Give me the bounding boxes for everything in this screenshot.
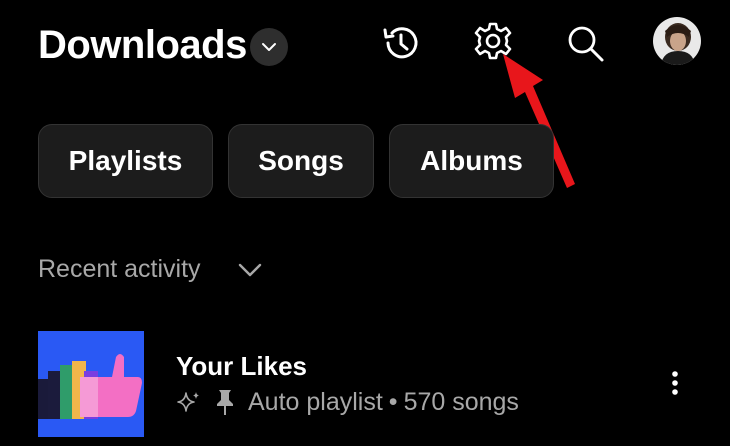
history-button[interactable] (378, 20, 424, 66)
more-vert-icon (672, 371, 678, 395)
history-icon (383, 27, 418, 59)
playlist-title[interactable]: Your Likes (176, 349, 307, 383)
more-options-button[interactable] (660, 366, 690, 400)
playlist-subtitle: Auto playlist • 570 songs (176, 385, 519, 419)
avatar-image (653, 17, 701, 65)
page-title: Downloads (38, 23, 247, 67)
chip-albums[interactable]: Albums (389, 124, 554, 198)
song-count: 570 songs (403, 387, 519, 416)
subtitle-separator: • (388, 387, 398, 416)
chip-songs[interactable]: Songs (228, 124, 374, 198)
section-title[interactable]: Recent activity (38, 252, 201, 286)
chevron-down-icon (262, 43, 276, 51)
title-dropdown-button[interactable] (250, 28, 288, 66)
playlist-type: Auto playlist (248, 387, 383, 416)
avatar[interactable] (653, 17, 701, 65)
playlist-thumbnail[interactable] (38, 331, 144, 437)
chip-playlists[interactable]: Playlists (38, 124, 213, 198)
downloads-screen: Downloads Playlists Songs Albums Recent … (0, 0, 730, 446)
sparkle-icon (176, 389, 202, 415)
thumbs-up-artwork (38, 331, 144, 437)
chevron-down-icon[interactable] (236, 256, 264, 284)
pin-icon (214, 388, 236, 416)
